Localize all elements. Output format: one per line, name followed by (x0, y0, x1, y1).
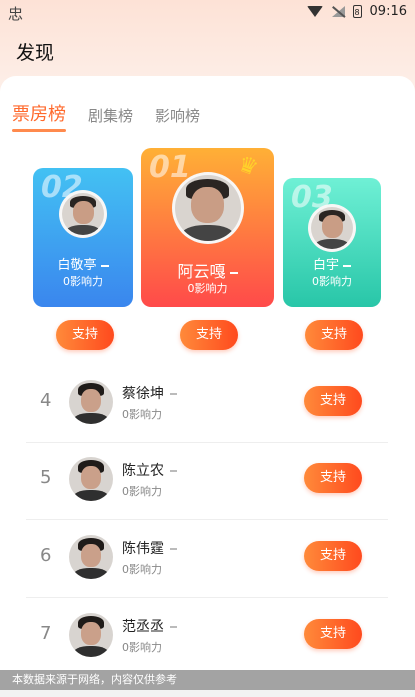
rank-number: 7 (40, 623, 52, 644)
podium-card-rank-3[interactable]: 03 白宇 0影响力 (283, 178, 381, 307)
data-source-notice: 本数据来源于网络，内容仅供参考 (0, 670, 415, 690)
avatar (69, 380, 113, 424)
celebrity-name: 陈伟霆 (122, 541, 164, 557)
podium-name: 白敬亭 (57, 258, 97, 273)
podium-card-rank-1[interactable]: 01 ♛ 阿云嘎 0影响力 (141, 148, 274, 307)
clock: 09:16 (369, 4, 407, 19)
trend-dash (100, 264, 109, 267)
support-button[interactable]: 支持 (304, 619, 362, 649)
avatar (308, 204, 356, 252)
celebrity-name: 蔡徐坤 (122, 386, 164, 402)
support-button[interactable]: 支持 (304, 463, 362, 493)
podium-influence: 0影响力 (187, 282, 228, 295)
rank-number: 5 (40, 467, 52, 488)
podium-name: 白宇 (312, 258, 339, 273)
celebrity-name: 范丞丞 (122, 619, 164, 635)
trend-dash (343, 264, 351, 267)
tab-series[interactable]: 剧集榜 (88, 105, 133, 126)
list-item[interactable]: 6 陈伟霆 0影响力 支持 (26, 519, 388, 598)
support-button-rank-1[interactable]: 支持 (180, 320, 238, 350)
trend-dash (170, 470, 177, 472)
avatar (69, 535, 113, 579)
tab-influence[interactable]: 影响榜 (155, 105, 200, 126)
status-bar: 忠 8 09:16 (0, 0, 415, 26)
avatar (59, 190, 107, 238)
system-nav-bar (0, 690, 415, 697)
avatar (69, 457, 113, 501)
avatar (171, 172, 244, 244)
support-button[interactable]: 支持 (304, 386, 362, 416)
influence-value: 0影响力 (122, 563, 162, 576)
tab-box-office[interactable]: 票房榜 (12, 100, 66, 132)
app-notification-icon: 忠 (8, 5, 24, 23)
support-button-rank-3[interactable]: 支持 (305, 320, 363, 350)
trend-dash (170, 393, 177, 395)
influence-value: 0影响力 (122, 485, 162, 498)
list-item[interactable]: 5 陈立农 0影响力 支持 (26, 441, 388, 520)
wifi-icon (306, 6, 323, 17)
influence-value: 0影响力 (122, 641, 162, 654)
ranking-tabs: 票房榜 剧集榜 影响榜 (12, 100, 200, 132)
page-title: 发现 (16, 42, 55, 64)
podium-name: 阿云嘎 (177, 262, 226, 281)
list-item[interactable]: 4 蔡徐坤 0影响力 支持 (26, 364, 388, 443)
podium-influence: 0影响力 (63, 275, 103, 288)
podium-influence: 0影响力 (312, 275, 352, 288)
podium-card-rank-2[interactable]: 02 白敬亭 0影响力 (33, 168, 133, 307)
battery-icon: 8 (352, 5, 362, 18)
trend-dash (170, 626, 177, 628)
rank-number: 4 (40, 390, 52, 411)
support-button-rank-2[interactable]: 支持 (56, 320, 114, 350)
crown-icon: ♛ (234, 151, 262, 182)
trend-dash (170, 548, 177, 550)
trend-dash (229, 271, 238, 274)
avatar (69, 613, 113, 657)
list-item[interactable]: 7 范丞丞 0影响力 支持 (26, 597, 388, 675)
support-button[interactable]: 支持 (304, 541, 362, 571)
no-signal-icon (331, 6, 345, 17)
influence-value: 0影响力 (122, 408, 162, 421)
celebrity-name: 陈立农 (122, 463, 164, 479)
rank-number: 6 (40, 545, 52, 566)
